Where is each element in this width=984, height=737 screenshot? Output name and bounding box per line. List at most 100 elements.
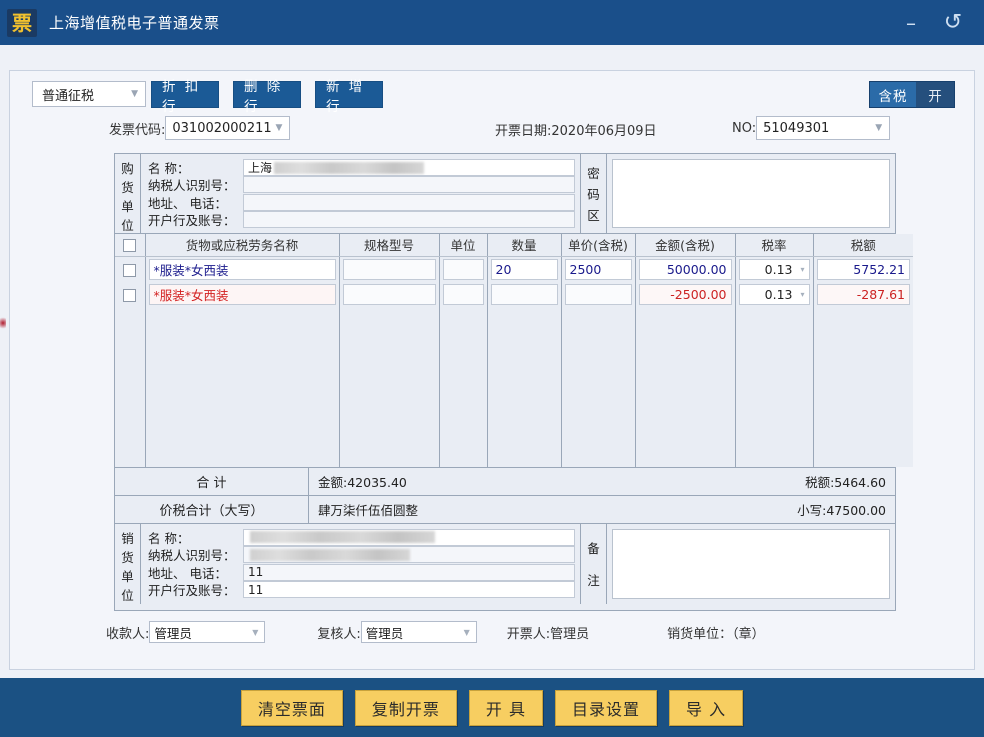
title-bar: 票 上海增值税电子普通发票 – ↺ [0, 0, 984, 45]
row-qty-input[interactable] [490, 283, 558, 305]
row-rate-select[interactable]: 0.13 [738, 258, 810, 280]
row-amount-cell: 50000.00 [635, 256, 736, 282]
catalog-settings-button[interactable]: 目录设置 [555, 689, 658, 726]
row-unit-input[interactable] [442, 283, 484, 305]
seller-tag-char-0: 销 [121, 530, 134, 546]
seller-taxid-input[interactable] [243, 546, 575, 564]
invoice-code-input[interactable]: 031002000211 ▼ [165, 116, 291, 140]
seller-taxid-redaction [250, 548, 410, 561]
row-name-input[interactable]: *服装*女西装 [148, 283, 336, 305]
line-items-table: 货物或应税劳务名称 规格型号 单位 数量 单价(含税) 金额(含税) 税率 税额 [115, 234, 913, 467]
row-tax-cell: 5752.21 [813, 256, 913, 282]
row-amount-input[interactable]: -2500.00 [638, 283, 732, 305]
password-area-tag: 密 码 区 [581, 154, 607, 233]
empty-unit-cell [439, 306, 488, 467]
payee-select[interactable]: 管理员 ▼ [149, 621, 266, 643]
password-area-box[interactable] [607, 154, 895, 233]
restore-back-icon[interactable]: ↺ [940, 10, 966, 36]
buyer-address-input[interactable] [243, 193, 575, 211]
select-all-checkbox[interactable] [123, 239, 137, 253]
empty-name-cell [145, 306, 340, 467]
row-name-input[interactable]: *服装*女西装 [148, 258, 336, 280]
empty-spec-cell [339, 306, 440, 467]
buyer-fields: 名 称： 上海 纳税人识别号： 地址、 电话： 开户行及账号： [141, 154, 581, 233]
grand-total-words: 肆万柒仟伍佰圆整 [318, 502, 419, 518]
tax-included-on-label[interactable]: 含税 [870, 82, 916, 107]
payee-value: 管理员 [154, 625, 192, 641]
seller-tag-char-2: 单 [121, 568, 134, 584]
invoice-application-window: 票 上海增值税电子普通发票 – ↺ 普通征税 ▼ 折 扣 行 删 除 行 新 增… [0, 0, 984, 737]
seller-name-input[interactable] [243, 528, 575, 546]
password-tag-char-2: 区 [587, 208, 600, 223]
column-header-qty: 数量 [487, 234, 562, 257]
add-row-button[interactable]: 新 增 行 [315, 79, 383, 115]
seller-taxid-label: 纳税人识别号： [148, 548, 236, 564]
buyer-tag-char-2: 单 [121, 199, 134, 214]
app-logo-icon: 票 [7, 8, 37, 37]
row-amount-cell: -2500.00 [635, 281, 736, 307]
row-price-input[interactable]: 2500 [564, 258, 632, 280]
empty-amount-cell [635, 306, 736, 467]
seller-taxid-row: 纳税人识别号： [148, 546, 575, 564]
delete-row-button[interactable]: 删 除 行 [233, 79, 301, 115]
seller-address-input[interactable]: 11 [243, 563, 575, 581]
invoice-number-input[interactable]: 51049301 ▼ [756, 116, 891, 140]
empty-tax-cell [813, 306, 913, 467]
empty-qty-cell [487, 306, 562, 467]
buyer-address-label: 地址、 电话： [148, 195, 227, 211]
row-name-cell: *服装*女西装 [145, 281, 340, 307]
buyer-tag-char-0: 购 [121, 161, 134, 176]
seller-address-value: 11 [248, 565, 264, 580]
row-checkbox[interactable] [123, 263, 137, 277]
seller-name-label: 名 称： [148, 530, 190, 546]
row-rate-select[interactable]: 0.13 [738, 283, 810, 305]
row-tax-input[interactable]: -287.61 [816, 283, 910, 305]
select-all-header [115, 234, 146, 257]
table-row[interactable]: *服装*女西装 20 2500 50000.00 0.13 ▾ 5752.21 [115, 256, 913, 282]
password-tag-char-1: 码 [587, 187, 600, 202]
row-tax-cell: -287.61 [813, 281, 913, 307]
table-row[interactable]: *服装*女西装 -2500.00 0.13 ▾ -287.61 [115, 281, 913, 307]
row-spec-input[interactable] [342, 258, 436, 280]
subtotal-body: 金额:42035.40 税额:5464.60 [309, 468, 895, 495]
row-price-input[interactable] [564, 283, 632, 305]
row-checkbox[interactable] [123, 288, 137, 302]
import-button[interactable]: 导 入 [669, 689, 744, 726]
page-body: 普通征税 ▼ 折 扣 行 删 除 行 新 增 行 含税 开 发票代码: 0310… [0, 45, 984, 678]
discount-row-button[interactable]: 折 扣 行 [151, 79, 219, 115]
seller-bank-input[interactable]: 11 [243, 581, 575, 599]
table-empty-space-row [115, 306, 913, 467]
buyer-taxid-row: 纳税人识别号： [148, 176, 575, 194]
row-tax-input[interactable]: 5752.21 [816, 258, 910, 280]
invoice-code-value: 031002000211 [172, 120, 272, 136]
copy-invoice-button[interactable]: 复制开票 [354, 689, 457, 726]
tax-included-off-label[interactable]: 开 [916, 82, 954, 107]
buyer-section: 购 货 单 位 名 称： 上海 纳税人识别号： 地址、 电话： 开户行及账号： … [115, 154, 895, 234]
row-unit-input[interactable] [442, 258, 484, 280]
chevron-down-icon: ▼ [463, 627, 470, 637]
buyer-address-row: 地址、 电话： [148, 193, 575, 211]
buyer-taxid-label: 纳税人识别号： [148, 178, 236, 194]
row-rate-cell: 0.13 [735, 256, 814, 282]
chevron-down-icon: ▼ [252, 627, 259, 637]
minimize-icon[interactable]: – [898, 10, 924, 36]
buyer-name-input[interactable]: 上海 [243, 159, 575, 176]
seller-section: 销 货 单 位 名 称： 纳税人识别号： 地址、 电话： 11 开户行及账号： … [115, 523, 895, 604]
chevron-down-icon: ▼ [875, 123, 883, 133]
tax-included-toggle[interactable]: 含税 开 [869, 81, 955, 108]
buyer-taxid-input[interactable] [243, 176, 575, 194]
clear-invoice-button[interactable]: 清空票面 [240, 689, 343, 726]
remarks-area-box[interactable] [607, 524, 895, 604]
row-amount-input[interactable]: 50000.00 [638, 258, 732, 280]
line-items-header-row: 货物或应税劳务名称 规格型号 单位 数量 单价(含税) 金额(含税) 税率 税额 [115, 234, 913, 257]
row-spec-cell [339, 256, 440, 282]
row-spec-input[interactable] [342, 283, 436, 305]
issue-invoice-button[interactable]: 开 具 [468, 689, 543, 726]
empty-rate-cell [735, 306, 814, 467]
tax-mode-select[interactable]: 普通征税 ▼ [32, 81, 146, 107]
buyer-bank-input[interactable] [243, 210, 575, 228]
reviewer-select[interactable]: 管理员 ▼ [360, 621, 477, 643]
remarks-tag-char-1: 注 [587, 573, 600, 588]
row-qty-input[interactable]: 20 [490, 258, 558, 280]
buyer-tag-char-3: 位 [121, 218, 134, 233]
